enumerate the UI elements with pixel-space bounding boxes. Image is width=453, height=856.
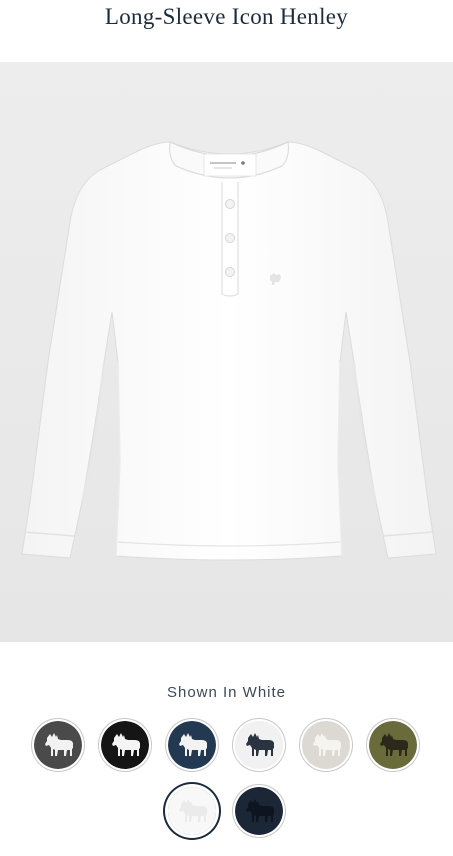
moose-icon <box>168 721 216 769</box>
moose-icon <box>302 721 350 769</box>
selected-color-label: Shown In White <box>166 684 287 701</box>
color-swatch-black[interactable] <box>101 721 149 769</box>
product-title: Long-Sleeve Icon Henley <box>104 4 349 29</box>
moose-icon <box>168 787 216 835</box>
color-swatch-navy[interactable] <box>168 721 216 769</box>
color-swatch-dark-navy[interactable] <box>235 787 283 835</box>
product-image-carousel[interactable] <box>0 62 453 642</box>
moose-icon <box>34 721 82 769</box>
color-swatch-light-grey[interactable] <box>235 721 283 769</box>
color-swatch-olive[interactable] <box>369 721 417 769</box>
color-swatch-oatmeal[interactable] <box>302 721 350 769</box>
color-swatch-white[interactable] <box>168 787 216 835</box>
moose-icon <box>235 721 283 769</box>
moose-icon <box>101 721 149 769</box>
moose-icon <box>369 721 417 769</box>
product-image <box>0 62 453 642</box>
moose-icon <box>235 787 283 835</box>
color-swatch-heather-charcoal[interactable] <box>34 721 82 769</box>
